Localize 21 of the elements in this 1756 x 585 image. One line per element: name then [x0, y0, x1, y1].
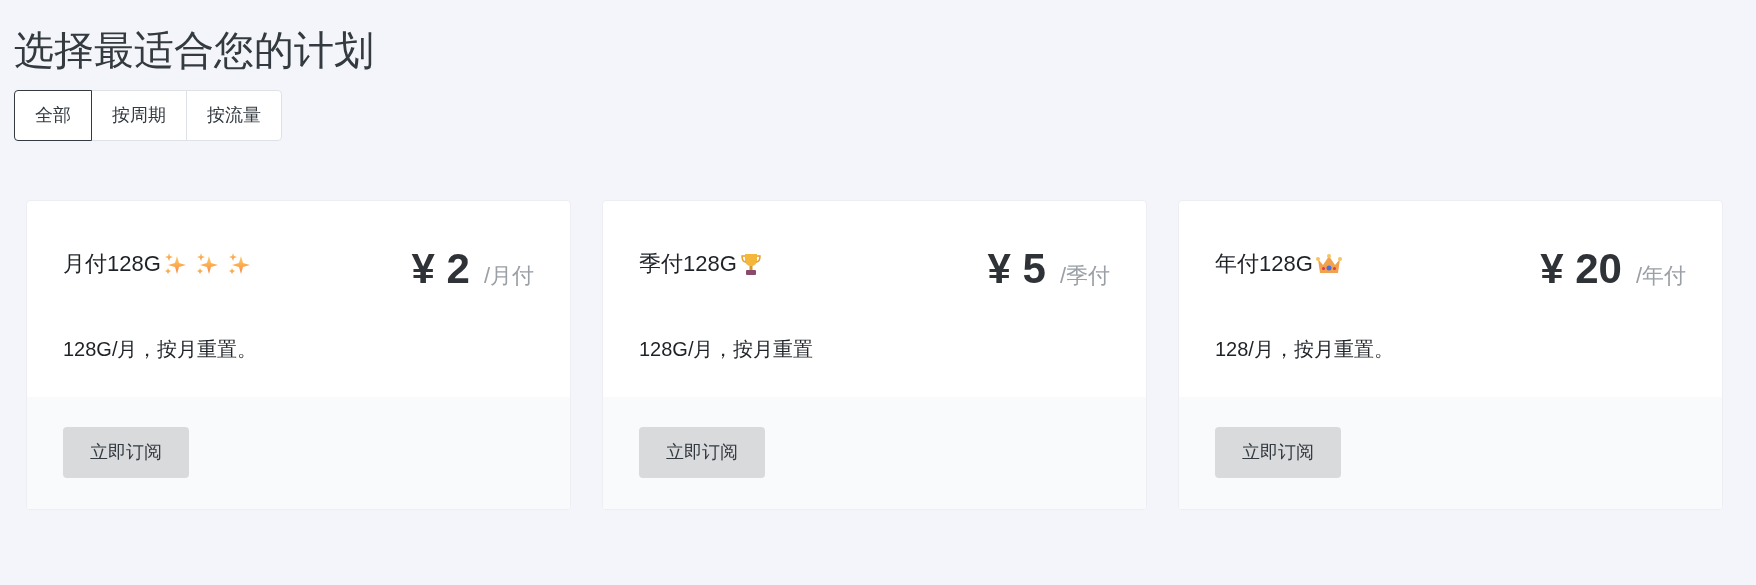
plan-price: ¥ 2: [411, 244, 470, 294]
plan-price: ¥ 20: [1540, 244, 1622, 294]
crown-icon: [1314, 251, 1343, 276]
plan-description: 128G/月，按月重置: [639, 337, 814, 362]
subscribe-button[interactable]: 立即订阅: [1215, 427, 1341, 478]
price-period: /月付: [483, 262, 534, 290]
filter-tab[interactable]: 按周期: [91, 90, 187, 141]
page-title: 选择最适合您的计划: [14, 27, 374, 74]
plan-description: 128G/月，按月重置。: [63, 337, 258, 362]
plan-name: 季付128G: [639, 250, 737, 278]
subscribe-button[interactable]: 立即订阅: [639, 427, 765, 478]
filter-tab[interactable]: 全部: [14, 90, 92, 141]
plan-price: ¥ 5: [987, 244, 1046, 294]
plan-description: 128/月，按月重置。: [1215, 337, 1394, 362]
price-period: /年付: [1635, 262, 1686, 290]
plan-name: 年付128G: [1215, 250, 1313, 278]
price-period: /季付: [1059, 262, 1110, 290]
filter-tab[interactable]: 按流量: [186, 90, 282, 141]
plan-name: 月付128G: [63, 250, 161, 278]
trophy-icon: [738, 251, 763, 276]
subscribe-button[interactable]: 立即订阅: [63, 427, 189, 478]
